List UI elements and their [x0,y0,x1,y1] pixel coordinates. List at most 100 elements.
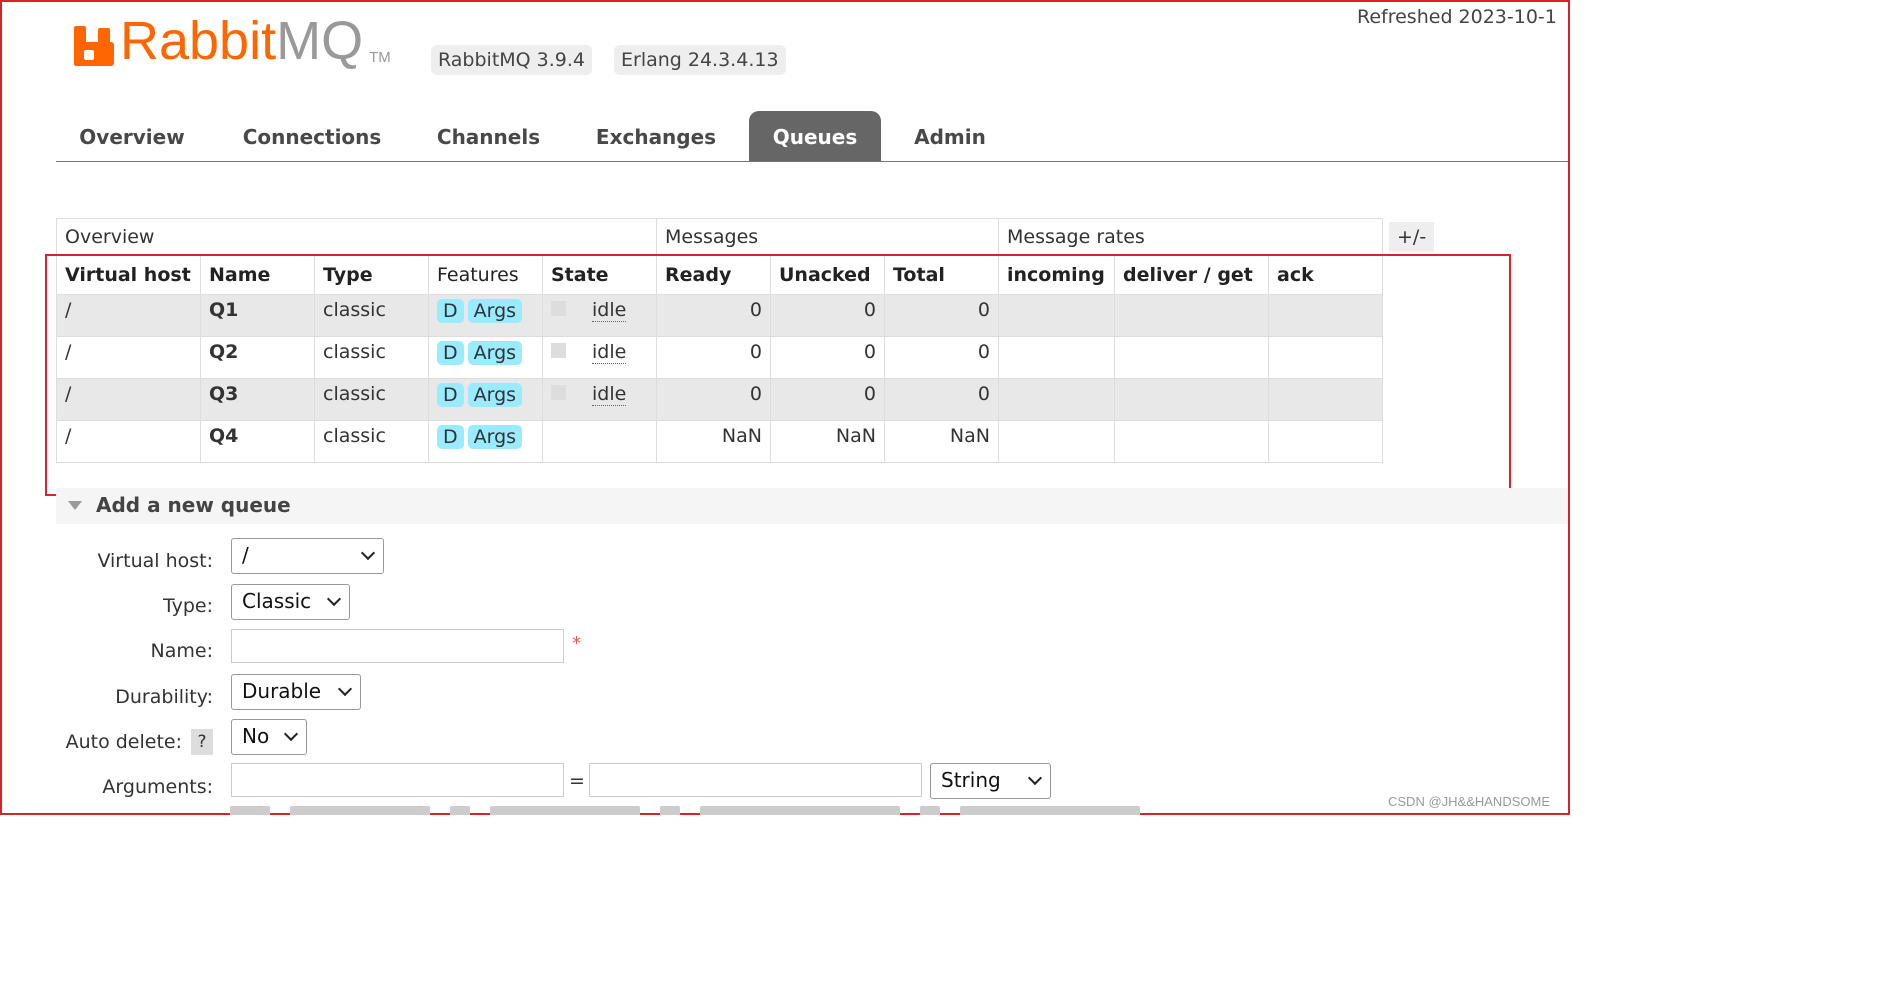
state-text: idle [592,341,627,364]
vhost-label: Virtual host: [97,550,213,572]
watermark-text: CSDN @JH&&HANDSOME [1388,794,1550,809]
argument-equals: = [569,770,585,792]
type-label: Type: [162,595,213,617]
cell-state: idle [542,294,657,337]
cell-vhost: / [56,336,201,379]
rabbit-logo-icon [72,20,116,68]
auto-delete-select-value: No [242,724,270,748]
table-row: / Q3 classic D Args idle 0 0 0 [56,378,1383,421]
cell-type: classic [314,420,429,463]
argument-value-input[interactable] [589,763,922,797]
tab-admin[interactable]: Admin [908,111,992,161]
queue-name-link[interactable]: Q1 [200,294,315,337]
cell-type: classic [314,294,429,337]
cell-vhost: / [56,294,201,337]
tab-queues[interactable]: Queues [749,111,881,161]
name-label: Name: [150,640,213,662]
refreshed-timestamp: Refreshed 2023-10-1 [1357,6,1557,28]
arguments-label: Arguments: [102,776,213,798]
state-indicator-icon [551,301,566,316]
cell-ack [1268,378,1383,421]
rabbitmq-logo[interactable]: RabbitMQ TM [72,14,391,68]
vhost-select-value: / [242,543,249,567]
col-name[interactable]: Name [200,254,315,295]
auto-delete-label: Auto delete: [65,731,182,753]
cell-state: idle [542,378,657,421]
durability-select-value: Durable [242,679,322,703]
feature-durable-badge: D [437,425,464,449]
state-text: idle [592,383,627,406]
vhost-select[interactable]: / [231,538,384,574]
required-asterisk: * [572,633,581,654]
tab-channels[interactable]: Channels [426,111,551,161]
cell-features: D Args [428,294,543,337]
col-virtual-host[interactable]: Virtual host [56,254,201,295]
logo-trademark: TM [369,49,391,66]
cell-type: classic [314,378,429,421]
cell-ready: 0 [656,294,771,337]
auto-delete-select[interactable]: No [231,719,307,755]
group-overview: Overview [56,218,657,255]
column-options-button[interactable]: +/- [1389,222,1435,252]
cell-ack [1268,420,1383,463]
cell-total: NaN [884,420,999,463]
cell-deliver-get [1114,378,1269,421]
group-messages: Messages [656,218,999,255]
state-indicator-icon [551,385,566,400]
table-row: / Q2 classic D Args idle 0 0 0 [56,336,1383,379]
tab-connections[interactable]: Connections [232,111,392,161]
logo-text: RabbitMQ [120,14,363,68]
cell-ready: NaN [656,420,771,463]
cell-features: D Args [428,420,543,463]
durability-label: Durability: [115,686,213,708]
chevron-down-icon [360,545,376,561]
chevron-down-icon [283,726,299,742]
col-state[interactable]: State [542,254,657,295]
tab-exchanges[interactable]: Exchanges [586,111,726,161]
col-deliver-get[interactable]: deliver / get [1114,254,1269,295]
col-ack[interactable]: ack [1268,254,1383,295]
feature-durable-badge: D [437,299,464,323]
cell-incoming [998,378,1115,421]
col-features: Features [428,254,543,295]
cell-deliver-get [1114,336,1269,379]
erlang-version-badge: Erlang 24.3.4.13 [614,45,786,75]
cell-unacked: 0 [770,378,885,421]
queue-name-link[interactable]: Q4 [200,420,315,463]
queue-name-link[interactable]: Q3 [200,378,315,421]
feature-args-badge: Args [467,299,523,323]
cell-total: 0 [884,294,999,337]
cell-type: classic [314,336,429,379]
argument-key-input[interactable] [231,763,564,797]
durability-select[interactable]: Durable [231,674,361,710]
cell-ready: 0 [656,336,771,379]
add-queue-section-toggle[interactable]: Add a new queue [56,488,1568,524]
table-row: / Q4 classic D Args NaN NaN NaN [56,420,1383,463]
col-ready[interactable]: Ready [656,254,771,295]
chevron-down-icon [337,681,353,697]
argument-shortcuts-row [230,803,1330,815]
logo-mq: MQ [276,11,364,71]
feature-args-badge: Args [467,425,523,449]
cell-vhost: / [56,420,201,463]
state-text: idle [592,299,627,322]
feature-args-badge: Args [467,341,523,365]
cell-ack [1268,336,1383,379]
col-type[interactable]: Type [314,254,429,295]
col-unacked[interactable]: Unacked [770,254,885,295]
auto-delete-help-icon[interactable]: ? [191,729,213,755]
col-incoming[interactable]: incoming [998,254,1115,295]
queue-name-input[interactable] [231,629,564,663]
queue-name-link[interactable]: Q2 [200,336,315,379]
chevron-down-icon [326,591,342,607]
col-total[interactable]: Total [884,254,999,295]
type-select[interactable]: Classic [231,584,350,620]
feature-durable-badge: D [437,383,464,407]
cell-incoming [998,294,1115,337]
table-row: / Q1 classic D Args idle 0 0 0 [56,294,1383,337]
cell-total: 0 [884,336,999,379]
cell-unacked: NaN [770,420,885,463]
tab-overview[interactable]: Overview [62,111,202,161]
argument-type-select[interactable]: String [930,763,1051,799]
add-queue-title: Add a new queue [96,493,291,517]
